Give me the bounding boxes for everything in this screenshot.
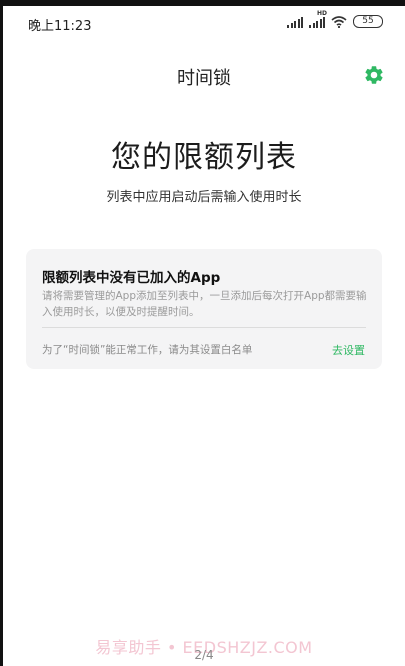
page-title: 时间锁: [177, 68, 231, 89]
empty-list-card: 限额列表中没有已加入的App 请将需要管理的App添加至列表中，一旦添加后每次打…: [26, 249, 382, 369]
status-bar: 晚上11:23 HD 55: [3, 6, 405, 40]
card-divider: [42, 327, 366, 328]
signal-hd-icon: HD: [309, 10, 327, 28]
page-indicator: 2/4: [194, 648, 214, 662]
status-time: 晚上11:23: [28, 19, 92, 34]
hero-title: 您的限额列表: [111, 140, 297, 175]
go-settings-link[interactable]: 去设置: [332, 342, 365, 358]
whitelist-note: 为了“时间锁”能正常工作，请为其设置白名单: [42, 344, 253, 356]
card-title: 限额列表中没有已加入的App: [42, 270, 221, 286]
gear-icon[interactable]: [363, 64, 385, 86]
battery-icon: 55: [353, 15, 383, 28]
wifi-icon: [331, 15, 347, 28]
hero-subtitle: 列表中应用启动后需输入使用时长: [106, 190, 302, 205]
signal-icon: [287, 16, 303, 28]
hd-label: HD: [316, 9, 327, 17]
status-icons: HD 55: [287, 10, 383, 28]
card-description: 请将需要管理的App添加至列表中，一旦添加后每次打开App都需要输入使用时长，以…: [42, 290, 367, 318]
title-bar: 时间锁: [3, 40, 405, 110]
